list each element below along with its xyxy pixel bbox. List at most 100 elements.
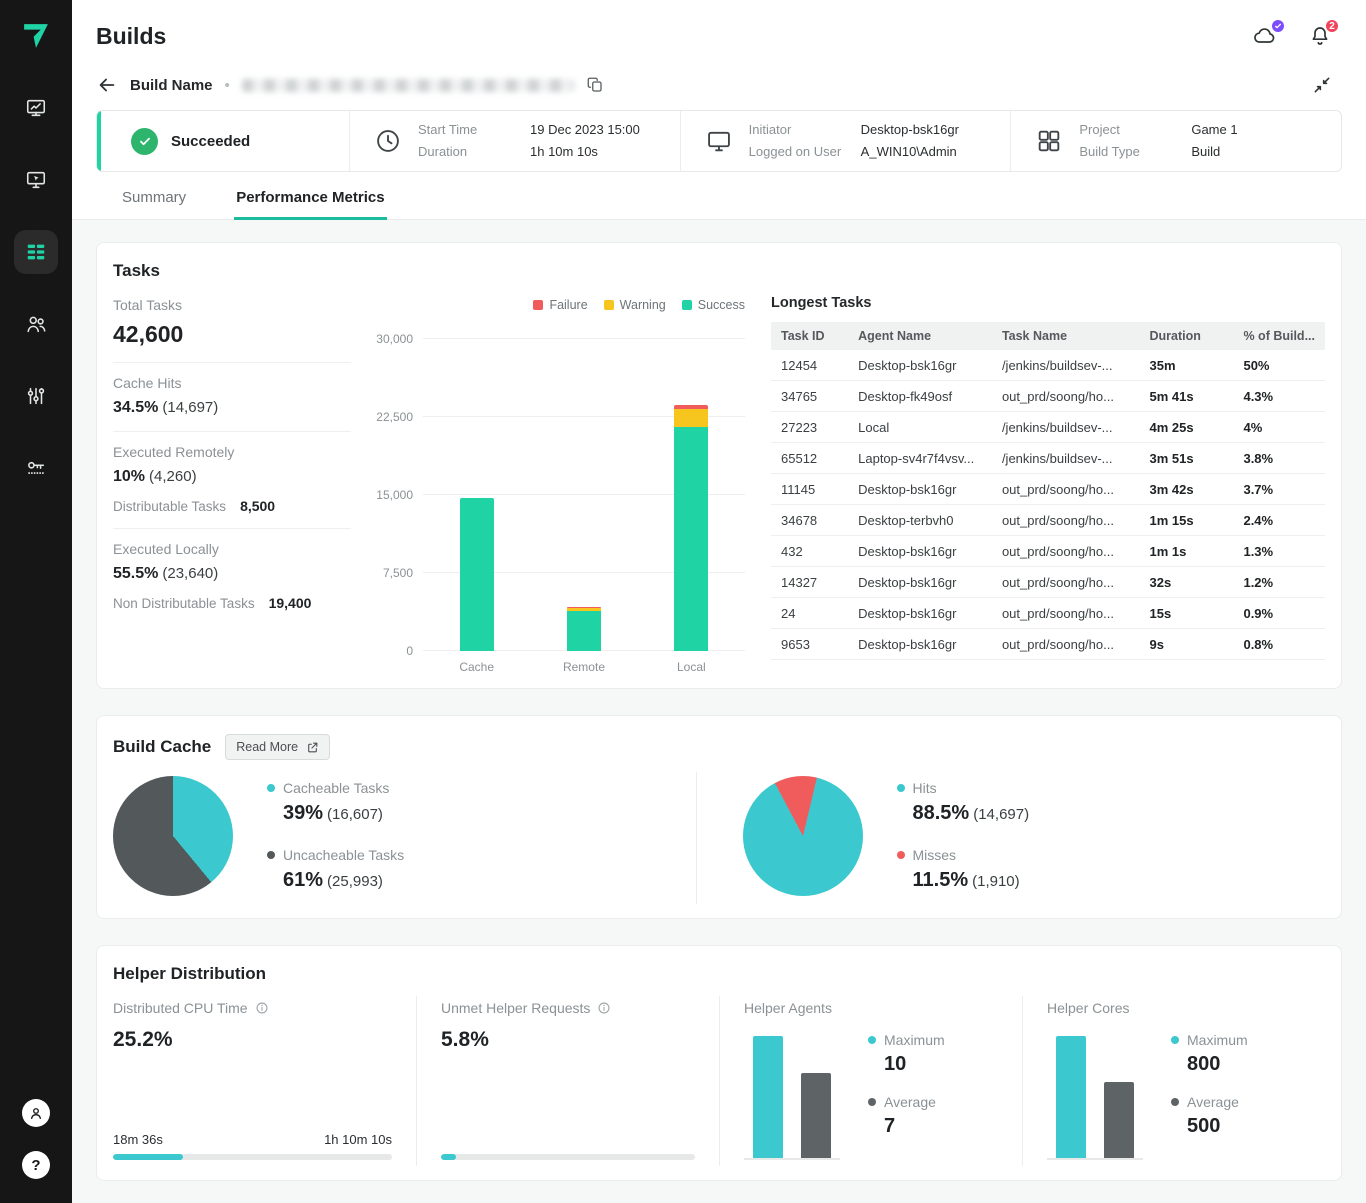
info-icon[interactable] <box>255 1001 269 1015</box>
table-cell: 1.3% <box>1233 536 1325 567</box>
sliders-icon <box>25 385 47 407</box>
stat-sub-label: Distributable Tasks <box>113 499 226 514</box>
legend-item-failure: Failure <box>533 298 587 312</box>
cpu-progress-fill <box>113 1154 183 1160</box>
stat-label: Total Tasks <box>113 297 351 313</box>
hits-dot <box>897 784 905 792</box>
sidebar-item-dashboard[interactable] <box>14 86 58 130</box>
status-group-time: Start Time19 Dec 2023 15:00 Duration1h 1… <box>349 111 680 171</box>
stat-value: 10% <box>113 468 145 485</box>
legend-swatch <box>682 300 692 310</box>
uncacheable-value: 61% <box>283 869 323 891</box>
hits-item: Hits 88.5%(14,697) <box>897 780 1030 825</box>
field-value: A_WIN10\Admin <box>861 144 957 160</box>
back-arrow-icon <box>96 74 118 96</box>
collapse-button[interactable] <box>1312 75 1332 95</box>
status-accent-bar <box>97 111 101 171</box>
hits-count: (14,697) <box>973 806 1029 823</box>
stat-sub-value: 8,500 <box>240 498 275 514</box>
sidebar-item-settings[interactable] <box>14 374 58 418</box>
field-value: Game 1 <box>1191 122 1237 138</box>
table-row[interactable]: 14327Desktop-bsk16grout_prd/soong/ho...3… <box>771 567 1325 598</box>
maximum-label: Maximum <box>1187 1032 1248 1048</box>
app-root: ? Builds 2 <box>0 0 1366 1203</box>
build-header-row: Build Name • <box>72 72 1366 110</box>
content-area: Tasks Total Tasks 42,600 Cache Hits 34.5… <box>72 220 1366 1203</box>
tasks-stats: Total Tasks 42,600 Cache Hits 34.5%(14,6… <box>113 293 351 674</box>
table-row[interactable]: 34765Desktop-fk49osfout_prd/soong/ho...5… <box>771 381 1325 412</box>
cache-hits-pie-chart <box>743 776 863 896</box>
table-cell: Desktop-bsk16gr <box>848 629 992 660</box>
stat-cache-hits: Cache Hits 34.5%(14,697) <box>113 363 351 432</box>
table-row[interactable]: 9653Desktop-bsk16grout_prd/soong/ho...9s… <box>771 629 1325 660</box>
copy-button[interactable] <box>586 76 604 94</box>
cacheable-tasks-pie-chart <box>113 776 233 896</box>
mini-bar-average <box>801 1073 831 1158</box>
read-more-button[interactable]: Read More <box>225 734 330 760</box>
sidebar: ? <box>0 0 72 1203</box>
back-button[interactable] <box>96 74 118 96</box>
helper-agents-label: Helper Agents <box>744 1000 832 1016</box>
y-tick-label: 30,000 <box>376 333 413 345</box>
sidebar-item-agents[interactable] <box>14 158 58 202</box>
table-cell: 14327 <box>771 567 848 598</box>
table-cell: out_prd/soong/ho... <box>992 598 1140 629</box>
notifications-button[interactable]: 2 <box>1308 24 1332 48</box>
tab-performance-metrics[interactable]: Performance Metrics <box>234 180 386 220</box>
table-cell: Desktop-terbvh0 <box>848 505 992 536</box>
legend-item-warning: Warning <box>604 298 666 312</box>
table-row[interactable]: 12454Desktop-bsk16gr/jenkins/buildsev-..… <box>771 350 1325 381</box>
tab-summary[interactable]: Summary <box>120 180 188 220</box>
column-header-duration: Duration <box>1140 322 1234 350</box>
table-row[interactable]: 24Desktop-bsk16grout_prd/soong/ho...15s0… <box>771 598 1325 629</box>
stat-sub-label: Non Distributable Tasks <box>113 596 255 611</box>
field-value: Desktop-bsk16gr <box>861 122 959 138</box>
cpu-time-progress: 18m 36s 1h 10m 10s <box>113 1132 392 1160</box>
stat-sub-value: 19,400 <box>269 595 312 611</box>
table-cell: out_prd/soong/ho... <box>992 381 1140 412</box>
table-cell: 2.4% <box>1233 505 1325 536</box>
table-cell: /jenkins/buildsev-... <box>992 350 1140 381</box>
average-label: Average <box>1187 1094 1239 1110</box>
sidebar-item-builds[interactable] <box>14 230 58 274</box>
cores-average-item: Average 500 <box>1171 1094 1248 1138</box>
table-row[interactable]: 11145Desktop-bsk16grout_prd/soong/ho...3… <box>771 474 1325 505</box>
sidebar-item-license[interactable] <box>14 446 58 490</box>
table-cell: Desktop-bsk16gr <box>848 598 992 629</box>
user-avatar[interactable] <box>22 1099 50 1127</box>
field-value: Build <box>1191 144 1220 160</box>
cloud-status-button[interactable] <box>1250 24 1278 48</box>
sidebar-item-users[interactable] <box>14 302 58 346</box>
table-row[interactable]: 65512Laptop-sv4r7f4vsv.../jenkins/builds… <box>771 443 1325 474</box>
unmet-requests-label: Unmet Helper Requests <box>441 1000 590 1016</box>
uncacheable-count: (25,993) <box>327 873 383 890</box>
bar-remote <box>549 339 619 651</box>
cpu-total-label: 1h 10m 10s <box>324 1132 392 1147</box>
hits-value: 88.5% <box>913 802 970 824</box>
table-row[interactable]: 432Desktop-bsk16grout_prd/soong/ho...1m … <box>771 536 1325 567</box>
sidebar-nav <box>14 86 58 490</box>
column-header-of-build: % of Build... <box>1233 322 1325 350</box>
field-label: Initiator <box>749 122 861 138</box>
table-cell: Local <box>848 412 992 443</box>
app-logo[interactable] <box>0 0 72 72</box>
stat-paren: (4,260) <box>149 468 197 485</box>
help-button[interactable]: ? <box>22 1151 50 1179</box>
table-cell: 3.7% <box>1233 474 1325 505</box>
status-cell: Succeeded <box>97 111 349 171</box>
table-cell: Desktop-bsk16gr <box>848 474 992 505</box>
cacheable-section: Cacheable Tasks 39%(16,607) Uncacheable … <box>113 772 696 904</box>
table-row[interactable]: 27223Local/jenkins/buildsev-...4m 25s4% <box>771 412 1325 443</box>
maximum-value: 800 <box>1171 1053 1248 1076</box>
helper-agents-col: Helper Agents Maximum 10 Average 7 <box>719 996 1022 1166</box>
y-tick-label: 15,000 <box>376 489 413 501</box>
average-value: 7 <box>868 1115 945 1138</box>
build-cache-card: Build Cache Read More Cacheable Tasks 39… <box>96 715 1342 919</box>
tasks-bar-legend: FailureWarningSuccess <box>377 297 745 313</box>
info-icon[interactable] <box>597 1001 611 1015</box>
cloud-check-badge <box>1270 18 1286 34</box>
table-row[interactable]: 34678Desktop-terbvh0out_prd/soong/ho...1… <box>771 505 1325 536</box>
separator-dot: • <box>225 77 230 94</box>
x-tick-label: Cache <box>442 660 512 674</box>
mini-bar-average <box>1104 1082 1134 1158</box>
